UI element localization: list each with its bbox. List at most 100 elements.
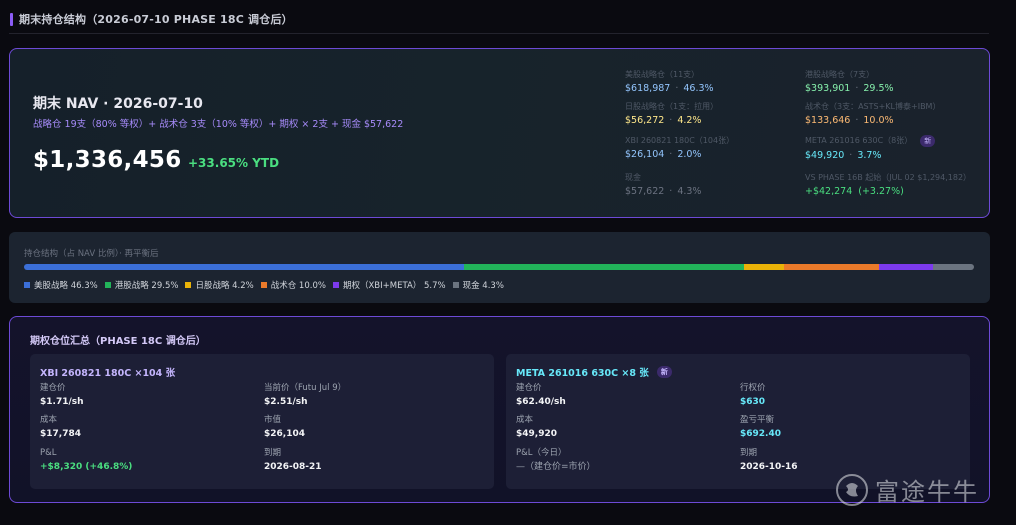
legend-swatch: [452, 282, 459, 288]
allocation-title: 持仓结构（占 NAV 比例）· 再平衡后: [24, 249, 159, 259]
nav-stat-percent: 29.5%: [863, 83, 894, 94]
option-field-label: 行权价: [740, 383, 766, 393]
nav-stat: 现金 $57,622 · 4.3%: [625, 173, 701, 198]
nav-stat: META 261016 630C（8张）新 $49,920 · 3.7%: [805, 135, 936, 162]
nav-stat-amount: $26,104: [625, 149, 665, 160]
option-name-text: XBI 260821 180C ×104 张: [40, 368, 176, 379]
legend-swatch: [104, 282, 111, 288]
watermark: 富途牛牛: [836, 472, 979, 507]
nav-stat: 美股战略仓（11支） $618,987 · 46.3%: [625, 70, 714, 95]
legend-item: 美股战略 46.3%: [24, 279, 98, 291]
nav-stat-separator: ·: [675, 83, 679, 94]
legend-swatch: [24, 282, 30, 288]
option-field-value: 2026-10-16: [740, 462, 798, 472]
option-field-label: P&L: [40, 448, 57, 458]
option-field-label: 到期: [264, 448, 282, 458]
option-field: 到期 2026-08-21: [264, 448, 322, 473]
allocation-segment: [933, 264, 974, 270]
options-title: 期权仓位汇总（PHASE 18C 调仓后）: [30, 336, 206, 347]
legend-label: 战术仓 10.0%: [270, 281, 326, 291]
nav-stat-label: 战术仓（3支：ASTS+KL博泰+IBM）: [805, 102, 941, 111]
nav-stat-percent: 2.0%: [677, 149, 702, 160]
option-field-label: 成本: [516, 415, 534, 425]
nav-stat-value: $393,901 · 29.5%: [805, 83, 894, 95]
option-position-card: META 261016 630C ×8 张新建仓价 $62.40/sh 行权价 $63…: [506, 354, 970, 489]
option-field: 到期 2026-10-16: [740, 448, 798, 473]
legend-label: 期权（XBI+META） 5.7%: [342, 281, 446, 291]
nav-stat-separator: ·: [855, 83, 859, 94]
option-field-label: 市值: [264, 415, 282, 425]
new-badge: 新: [656, 366, 672, 378]
futu-logo-icon: [836, 473, 868, 506]
nav-stat-value: $56,272 · 4.2%: [625, 115, 718, 127]
nav-stat-label: 现金: [625, 173, 641, 182]
option-field-value: $630: [740, 397, 766, 407]
option-position-card: XBI 260821 180C ×104 张建仓价 $1.71/sh 当前价（Fut…: [30, 354, 494, 489]
nav-stat-separator: ·: [855, 115, 859, 126]
nav-value: $1,336,456: [33, 147, 182, 173]
option-field: 行权价 $630: [740, 383, 766, 408]
allocation-segment: [744, 264, 784, 270]
allocation-segment: [463, 264, 745, 270]
allocation-bar: [24, 264, 974, 270]
nav-stat-label: 日股战略仓（1支：拉用）: [625, 102, 719, 111]
nav-summary-card: 期末 NAV · 2026-07-10 战略仓 19支（80% 等权）+ 战术仓…: [9, 48, 990, 218]
option-field-value: +$8,320 (+46.8%): [40, 462, 133, 472]
section-accent-bar: [10, 12, 13, 26]
legend-label: 港股战略 29.5%: [114, 281, 179, 291]
nav-stat-amount: $618,987: [625, 83, 671, 94]
option-field-value: $62.40/sh: [516, 397, 566, 407]
option-position-name: META 261016 630C ×8 张新: [516, 365, 672, 379]
new-badge: 新: [920, 135, 936, 147]
nav-stat-amount: +$42,274: [805, 186, 853, 197]
nav-subtitle: 战略仓 19支（80% 等权）+ 战术仓 3支（10% 等权）+ 期权 × 2支…: [33, 119, 404, 130]
legend-label: 现金 4.3%: [462, 281, 504, 291]
option-field-value: $26,104: [264, 429, 305, 439]
section-title: 期末持仓结构（2026-07-10 PHASE 18C 调仓后）: [19, 13, 293, 26]
option-field-value: $692.40: [740, 429, 781, 439]
allocation-segment: [24, 264, 464, 270]
nav-stat-percent: 4.2%: [677, 115, 702, 126]
nav-stat-amount: $133,646: [805, 115, 851, 126]
nav-stat-percent: 4.3%: [677, 186, 702, 197]
option-field-value: $2.51/sh: [264, 397, 308, 407]
legend-item: 期权（XBI+META） 5.7%: [332, 279, 446, 291]
option-field-label: 到期: [740, 448, 758, 458]
nav-stat: XBI 260821 180C（104张） $26,104 · 2.0%: [625, 136, 734, 161]
nav-stat-separator: ·: [669, 149, 673, 160]
section-header: 期末持仓结构（2026-07-10 PHASE 18C 调仓后）: [10, 11, 293, 27]
option-field-label: 建仓价: [516, 383, 542, 393]
option-field: 市值 $26,104: [264, 415, 305, 440]
nav-stat-amount: $393,901: [805, 83, 851, 94]
allocation-segment: [878, 264, 934, 270]
legend-label: 日股战略 4.2%: [195, 281, 254, 291]
option-field-value: 2026-08-21: [264, 462, 322, 472]
nav-stat-value: $618,987 · 46.3%: [625, 83, 714, 95]
nav-stat-percent: 10.0%: [863, 115, 894, 126]
nav-stat-amount: $57,622: [625, 186, 665, 197]
nav-stat-percent: 46.3%: [683, 83, 714, 94]
nav-stat-label: 美股战略仓（11支）: [625, 70, 700, 79]
option-field-value: $49,920: [516, 429, 557, 439]
nav-stat-label: 港股战略仓（7支）: [805, 70, 875, 79]
nav-stat-amount: $56,272: [625, 115, 665, 126]
nav-stat-label: XBI 260821 180C（104张）: [625, 136, 735, 145]
nav-title: 期末 NAV · 2026-07-10: [33, 96, 203, 112]
option-field: P&L +$8,320 (+46.8%): [40, 448, 132, 473]
option-field-value: $17,784: [40, 429, 81, 439]
nav-stat-value: $133,646 · 10.0%: [805, 115, 940, 127]
option-field: P&L（今日） —（建仓价=市价）: [516, 448, 596, 473]
nav-stat: VS PHASE 16B 起始（JUL 02 $1,294,182） +$42,2…: [805, 173, 971, 198]
option-field-label: 建仓价: [40, 383, 66, 393]
option-field-value: —（建仓价=市价）: [516, 462, 596, 472]
nav-stat-percent: (+3.27%): [858, 186, 904, 197]
section-divider: [9, 33, 989, 34]
option-field-label: 成本: [40, 415, 58, 425]
allocation-card: 持仓结构（占 NAV 比例）· 再平衡后 美股战略 46.3% 港股战略 29.5…: [9, 232, 990, 303]
nav-stat: 战术仓（3支：ASTS+KL博泰+IBM） $133,646 · 10.0%: [805, 102, 940, 127]
legend-item: 日股战略 4.2%: [185, 279, 254, 291]
legend-item: 港股战略 29.5%: [104, 279, 179, 291]
nav-stat-value: +$42,274 (+3.27%): [805, 186, 971, 198]
option-field-label: 盈亏平衡: [740, 415, 775, 425]
legend-swatch: [185, 282, 192, 288]
